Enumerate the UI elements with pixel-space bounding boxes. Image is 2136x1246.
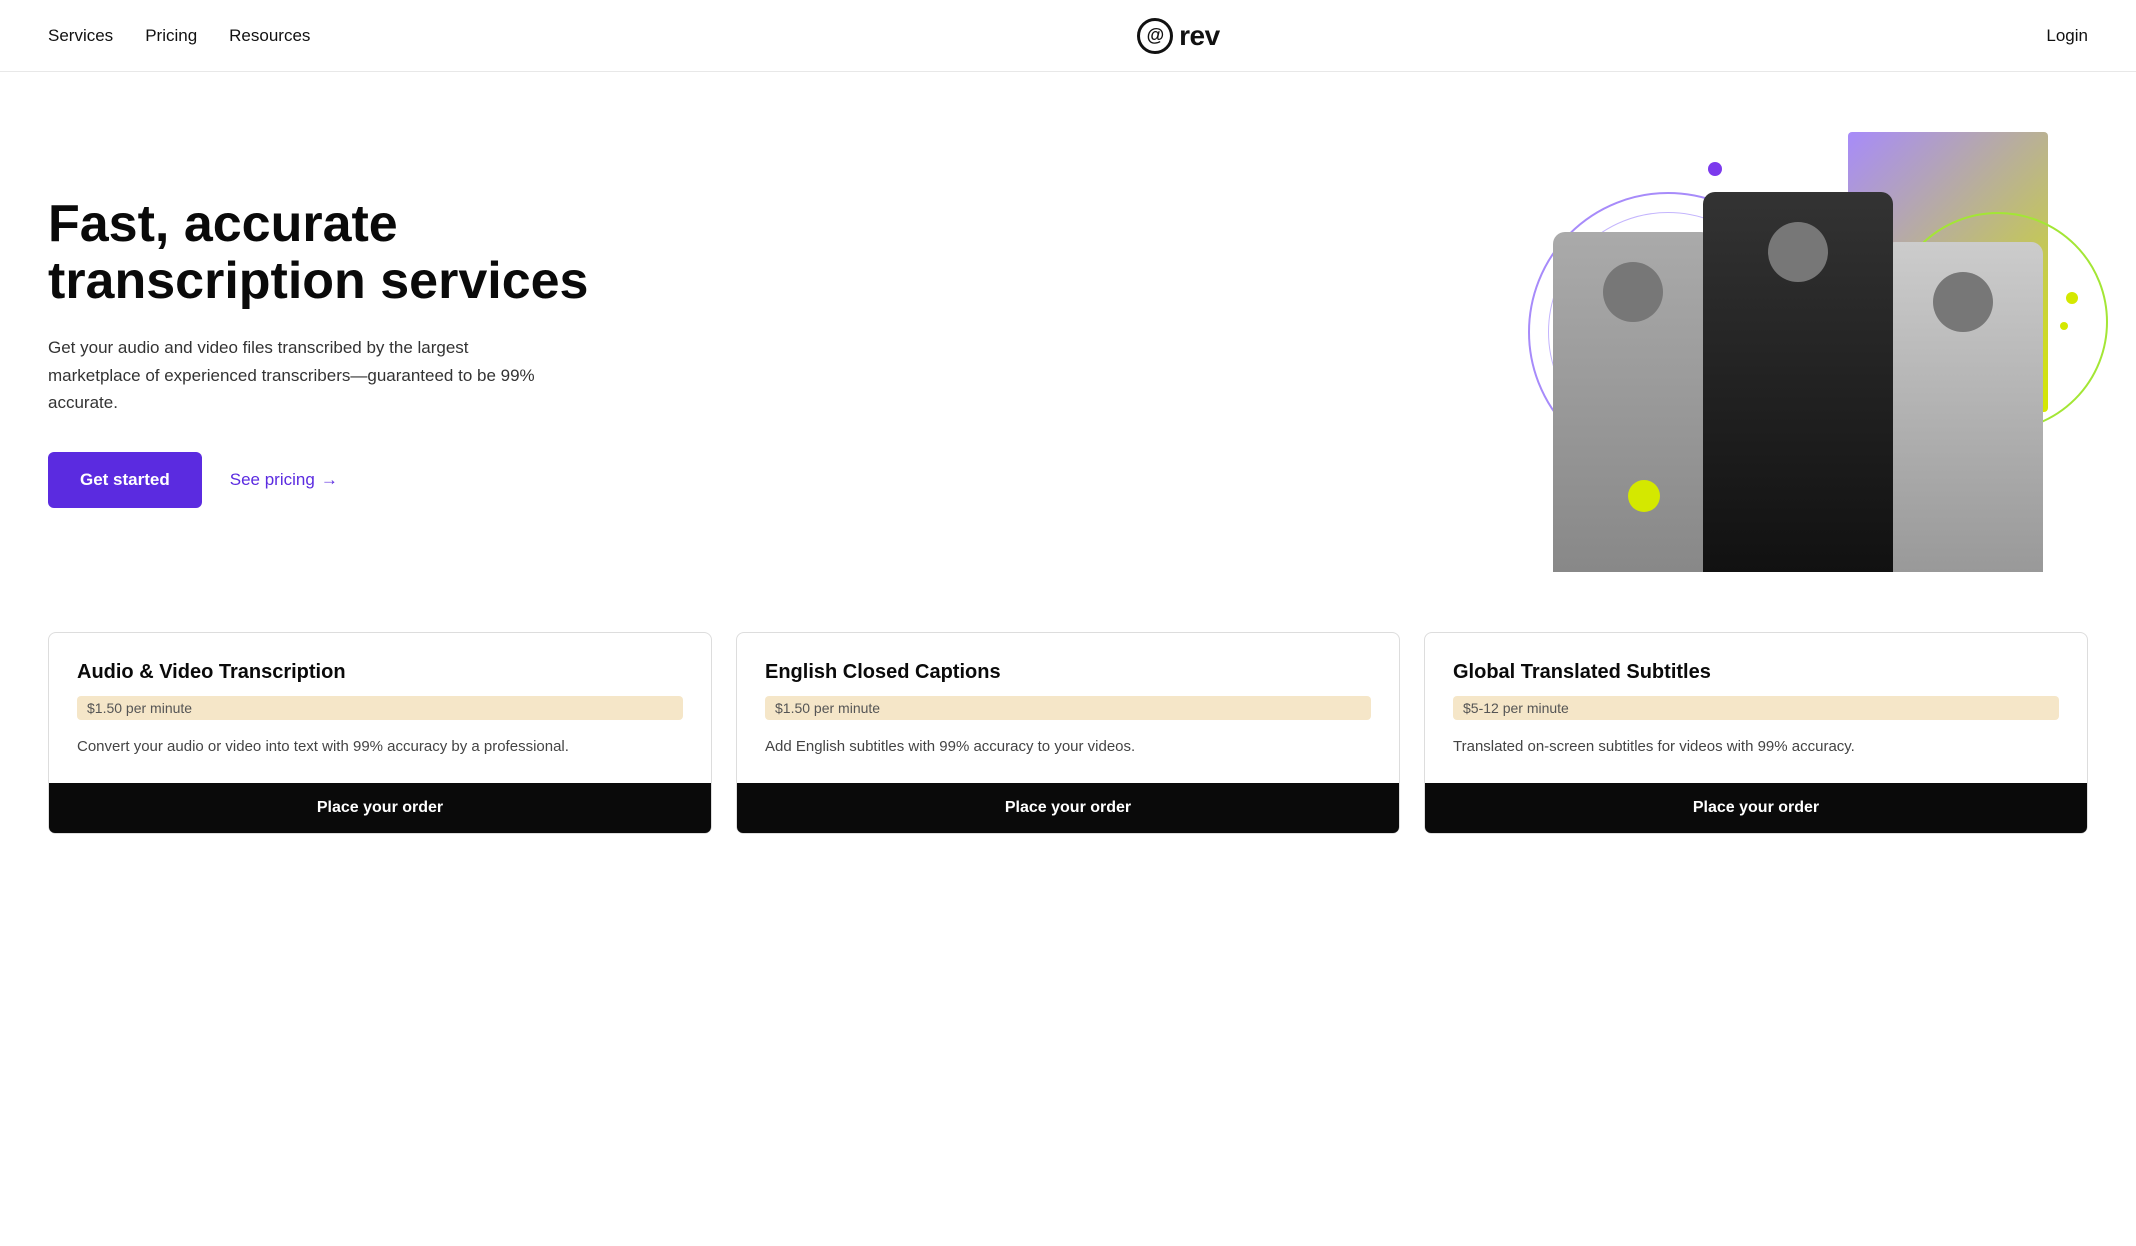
get-started-button[interactable]: Get started (48, 452, 202, 508)
nav-services[interactable]: Services (48, 26, 113, 46)
logo-at-symbol: @ (1137, 18, 1173, 54)
card-3-cta-button[interactable]: Place your order (1425, 783, 2087, 833)
hero-section: Fast, accurate transcription services Ge… (0, 72, 2136, 612)
card-1-title: Audio & Video Transcription (77, 661, 683, 684)
hero-text-block: Fast, accurate transcription services Ge… (48, 196, 648, 508)
card-1-price: $1.50 per minute (77, 696, 683, 720)
card-3-description: Translated on-screen subtitles for video… (1453, 736, 2059, 759)
person-2 (1703, 192, 1893, 572)
arrow-icon: → (321, 470, 338, 490)
site-header: Services Pricing Resources @ rev Login (0, 0, 2136, 72)
person-3 (1883, 242, 2043, 572)
nav-pricing[interactable]: Pricing (145, 26, 197, 46)
dot-green-small-2 (2060, 322, 2068, 330)
nav-right: Login (2046, 26, 2088, 46)
dot-green-small-1 (2066, 292, 2078, 304)
card-1-cta-button[interactable]: Place your order (49, 783, 711, 833)
logo-wordmark: rev (1179, 20, 1220, 52)
hero-headline: Fast, accurate transcription services (48, 196, 648, 310)
site-logo[interactable]: @ rev (1137, 18, 1220, 54)
card-2-title: English Closed Captions (765, 661, 1371, 684)
card-2-description: Add English subtitles with 99% accuracy … (765, 736, 1371, 759)
hero-subtext: Get your audio and video files transcrib… (48, 334, 548, 416)
dot-green-large (1628, 480, 1660, 512)
nav-resources[interactable]: Resources (229, 26, 310, 46)
see-pricing-link[interactable]: See pricing → (230, 470, 338, 490)
card-captions: English Closed Captions $1.50 per minute… (736, 632, 1400, 834)
hero-image-area (1508, 132, 2088, 572)
card-3-title: Global Translated Subtitles (1453, 661, 2059, 684)
dot-purple (1708, 162, 1722, 176)
hero-people (1508, 152, 2088, 572)
main-nav: Services Pricing Resources (48, 26, 310, 46)
card-1-description: Convert your audio or video into text wi… (77, 736, 683, 759)
card-3-price: $5-12 per minute (1453, 696, 2059, 720)
card-2-cta-button[interactable]: Place your order (737, 783, 1399, 833)
person-1 (1553, 232, 1713, 572)
card-2-price: $1.50 per minute (765, 696, 1371, 720)
login-link[interactable]: Login (2046, 26, 2088, 45)
card-subtitles: Global Translated Subtitles $5-12 per mi… (1424, 632, 2088, 834)
card-transcription: Audio & Video Transcription $1.50 per mi… (48, 632, 712, 834)
hero-cta-group: Get started See pricing → (48, 452, 648, 508)
service-cards-section: Audio & Video Transcription $1.50 per mi… (0, 612, 2136, 874)
